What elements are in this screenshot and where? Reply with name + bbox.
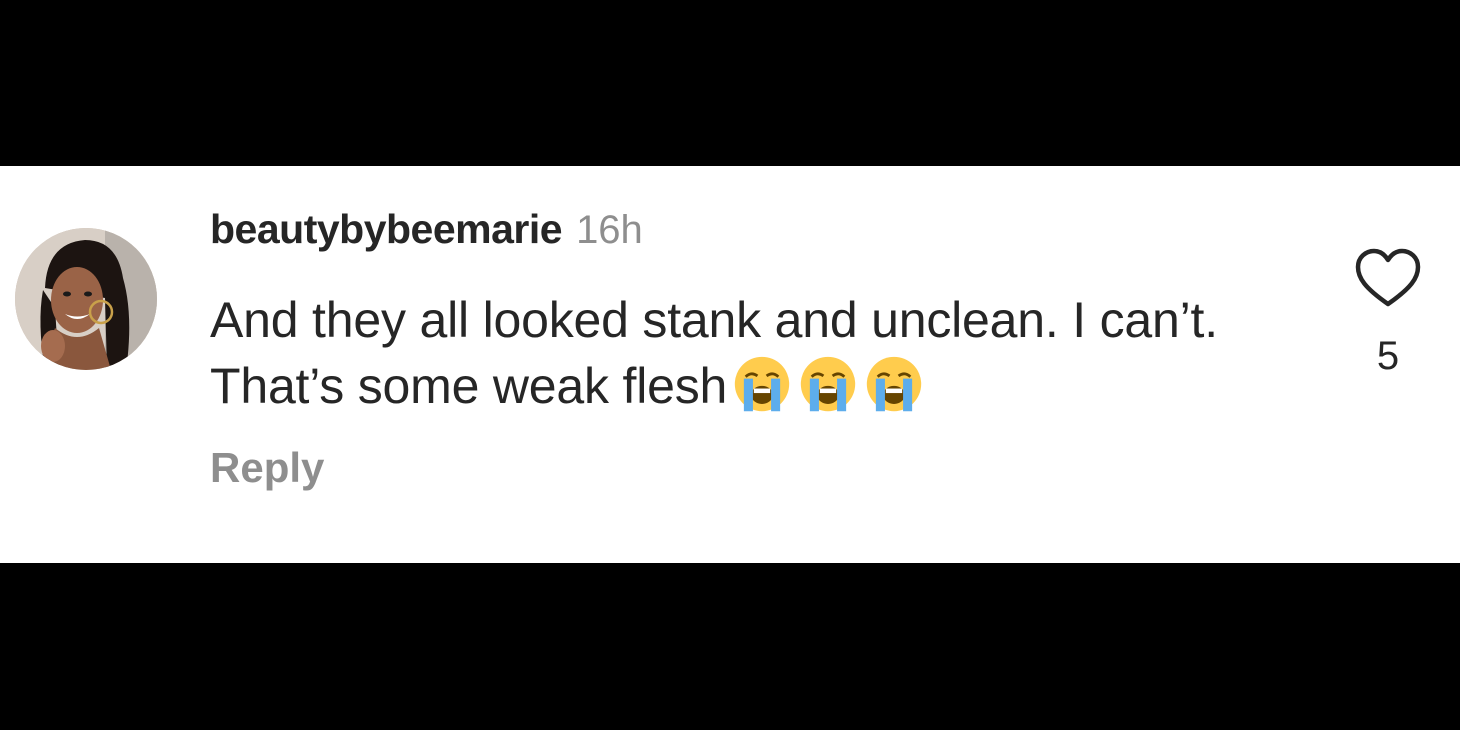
loudly-crying-face-icon	[734, 356, 790, 412]
emoji-group	[733, 355, 931, 429]
like-count: 5	[1376, 334, 1400, 378]
loudly-crying-face-icon	[800, 356, 856, 412]
comment-body: And they all looked stank and unclean. I…	[210, 287, 1250, 429]
like-control: 5	[1355, 248, 1421, 379]
comment-header: beautybybeemarie 16h	[210, 206, 643, 253]
username[interactable]: beautybybeemarie	[210, 206, 563, 252]
screenshot-frame: beautybybeemarie 16h And they all looked …	[0, 0, 1460, 730]
avatar[interactable]	[15, 228, 157, 370]
loudly-crying-face-icon	[866, 356, 922, 412]
comment-card: beautybybeemarie 16h And they all looked …	[0, 166, 1460, 563]
reply-button[interactable]: Reply	[210, 444, 324, 492]
comment-text: And they all looked stank and unclean. I…	[210, 292, 1218, 414]
timestamp: 16h	[576, 208, 643, 252]
heart-icon[interactable]	[1355, 248, 1421, 308]
